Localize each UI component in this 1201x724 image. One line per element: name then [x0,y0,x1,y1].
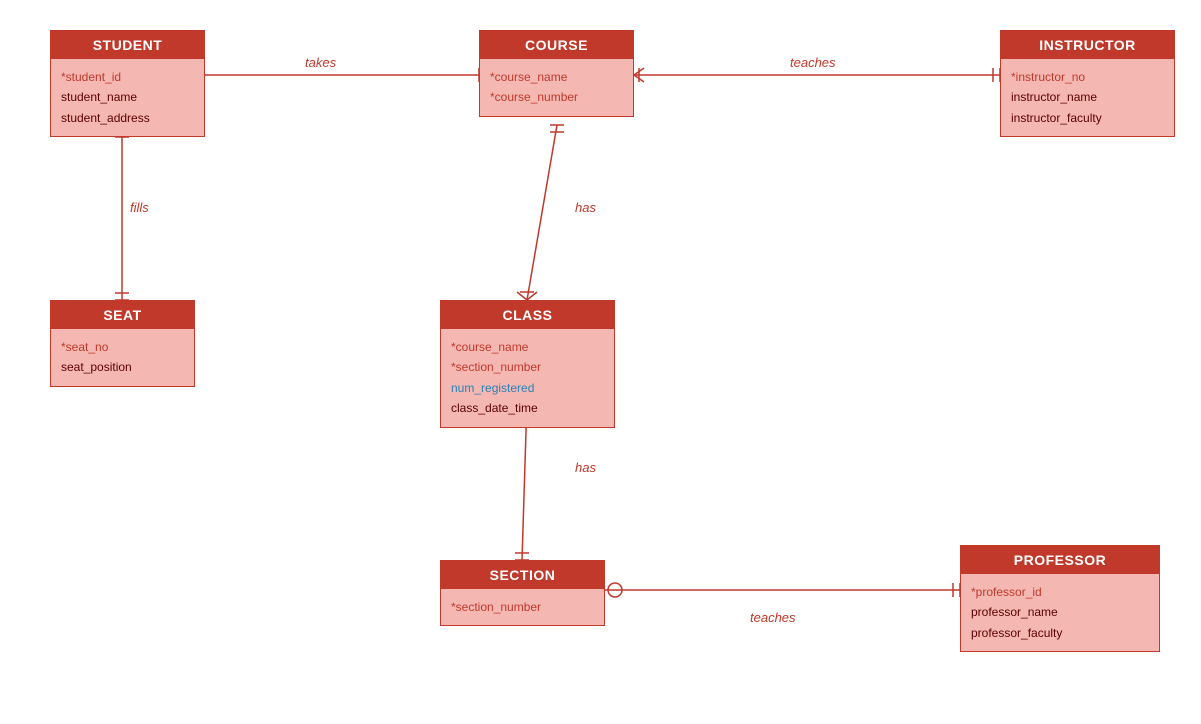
student-field-address: student_address [61,108,194,128]
seat-field-no: *seat_no [61,337,184,357]
instructor-field-faculty: instructor_faculty [1011,108,1164,128]
rel-teaches-professor: teaches [750,610,796,625]
rel-fills: fills [130,200,149,215]
entity-student-header: STUDENT [51,31,204,59]
entity-professor-header: PROFESSOR [961,546,1159,574]
entity-course-header: COURSE [480,31,633,59]
professor-field-id: *professor_id [971,582,1149,602]
entity-seat-header: SEAT [51,301,194,329]
student-field-id: *student_id [61,67,194,87]
professor-field-name: professor_name [971,602,1149,622]
entity-class-body: *course_name *section_number num_registe… [441,329,614,427]
student-field-name: student_name [61,87,194,107]
class-field-date-time: class_date_time [451,398,604,418]
professor-field-faculty: professor_faculty [971,623,1149,643]
course-field-number: *course_number [490,87,623,107]
entity-course-body: *course_name *course_number [480,59,633,116]
entity-class-header: CLASS [441,301,614,329]
class-field-num-registered: num_registered [451,378,604,398]
entity-professor: PROFESSOR *professor_id professor_name p… [960,545,1160,652]
entity-instructor-body: *instructor_no instructor_name instructo… [1001,59,1174,136]
entity-student: STUDENT *student_id student_name student… [50,30,205,137]
entity-seat: SEAT *seat_no seat_position [50,300,195,387]
seat-field-position: seat_position [61,357,184,377]
entity-instructor-header: INSTRUCTOR [1001,31,1174,59]
entity-section-body: *section_number [441,589,604,625]
entity-class: CLASS *course_name *section_number num_r… [440,300,615,428]
rel-has-section: has [575,460,596,475]
section-field-number: *section_number [451,597,594,617]
entity-course: COURSE *course_name *course_number [479,30,634,117]
rel-has-class: has [575,200,596,215]
instructor-field-no: *instructor_no [1011,67,1164,87]
course-field-name: *course_name [490,67,623,87]
class-field-section-number: *section_number [451,357,604,377]
entity-seat-body: *seat_no seat_position [51,329,194,386]
diagram-container: takes teaches fills has has teaches STUD… [0,0,1201,724]
entity-professor-body: *professor_id professor_name professor_f… [961,574,1159,651]
entity-student-body: *student_id student_name student_address [51,59,204,136]
instructor-field-name: instructor_name [1011,87,1164,107]
class-field-course-name: *course_name [451,337,604,357]
entity-section-header: SECTION [441,561,604,589]
entity-section: SECTION *section_number [440,560,605,626]
rel-teaches-instructor: teaches [790,55,836,70]
entity-instructor: INSTRUCTOR *instructor_no instructor_nam… [1000,30,1175,137]
rel-takes: takes [305,55,336,70]
